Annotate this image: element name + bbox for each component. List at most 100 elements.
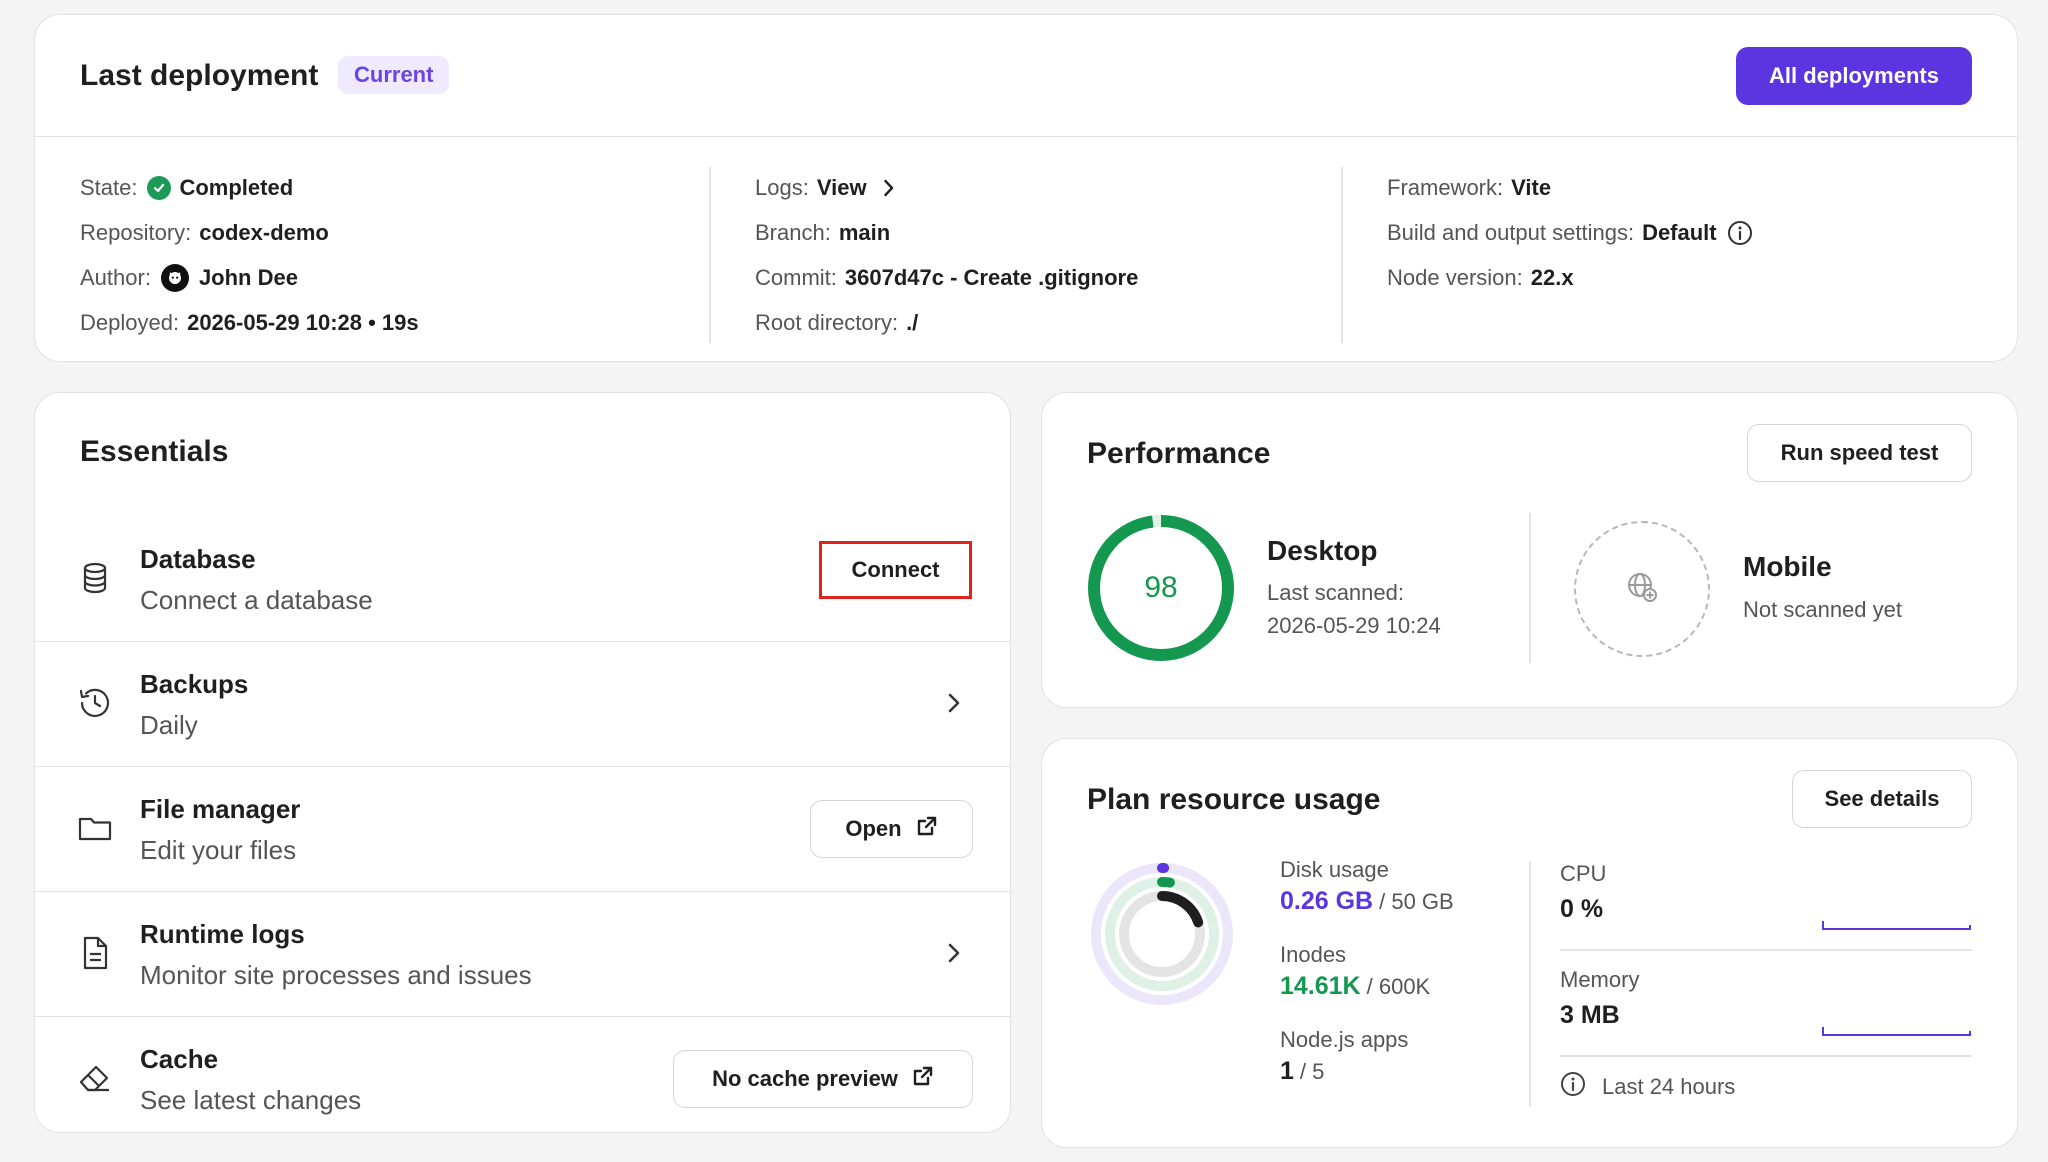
desktop-last-scanned-label: Last scanned: [1267, 580, 1404, 605]
nodejs-apps-label: Node.js apps [1280, 1027, 1409, 1052]
repository-row: Repository: codex-demo [80, 210, 419, 255]
nodejs-apps-total: / 5 [1299, 1059, 1325, 1084]
last-deployment-card: Last deployment Current All deployments … [34, 14, 2018, 362]
essentials-title: Essentials [80, 435, 229, 468]
memory-value: 3 MB [1560, 1001, 1620, 1029]
commit-value[interactable]: 3607d47c - Create .gitignore [845, 265, 1138, 291]
build-settings-label: Build and output settings: [1387, 219, 1635, 245]
state-row: State: Completed [80, 165, 419, 210]
deployed-value: 2026-05-29 10:28 • 19s [187, 309, 419, 335]
commit-row: Commit: 3607d47c - Create .gitignore [755, 255, 1138, 300]
desktop-score-value: 98 [1144, 571, 1178, 604]
author-value: John Dee [198, 264, 298, 290]
disk-usage-value: 0.26 GB / 50 GB [1280, 887, 1454, 916]
runtime-logs-title: Runtime logs [140, 919, 305, 949]
usage-rings [1091, 863, 1233, 1005]
mobile-status: Not scanned yet [1743, 597, 1902, 622]
plan-divider [1529, 861, 1531, 1106]
logs-label: Logs: [755, 174, 809, 200]
database-title: Database [140, 544, 256, 574]
deployment-title: Last deployment [80, 59, 319, 92]
essentials-row-cache: Cache See latest changes No cache previe… [35, 1018, 1010, 1132]
author-row: Author: John Dee [80, 255, 419, 300]
folder-icon [77, 810, 113, 846]
cpu-label: CPU [1560, 861, 1607, 886]
branch-row: Branch: main [755, 210, 1138, 255]
deployment-header: Last deployment Current All deployments [35, 15, 2017, 137]
database-description: Connect a database [140, 585, 373, 615]
essentials-card: Essentials Database Connect a database B… [34, 392, 1011, 1133]
runtime-logs-description: Monitor site processes and issues [140, 960, 532, 990]
inodes-used: 14.61K [1280, 972, 1361, 1000]
node-version-row: Node version: 22.x [1387, 255, 1753, 300]
desktop-label: Desktop [1267, 535, 1378, 566]
disk-usage-label: Disk usage [1280, 857, 1389, 882]
performance-title: Performance [1087, 437, 1271, 470]
nodejs-apps-used: 1 [1280, 1057, 1294, 1085]
mobile-label: Mobile [1743, 551, 1832, 582]
no-cache-preview-label: No cache preview [712, 1066, 898, 1091]
info-icon[interactable] [1727, 220, 1753, 246]
root-directory-row: Root directory: ./ [755, 300, 1138, 345]
time-range-label: Last 24 hours [1602, 1074, 1736, 1099]
chevron-right-icon[interactable] [944, 939, 964, 967]
essentials-row-file-manager: File manager Edit your files Open [35, 768, 1010, 892]
mobile-score-ring [1574, 521, 1710, 657]
github-avatar-icon [160, 263, 189, 292]
essentials-row-backups[interactable]: Backups Daily [35, 643, 1010, 767]
cache-title: Cache [140, 1044, 219, 1074]
memory-sparkline [1822, 1027, 1971, 1036]
all-deployments-button[interactable]: All deployments [1736, 47, 1972, 105]
connect-database-button[interactable]: Connect [819, 541, 972, 599]
metric-divider [1560, 1055, 1972, 1057]
plan-title: Plan resource usage [1087, 783, 1381, 816]
node-version-label: Node version: [1387, 264, 1523, 290]
deployment-column-1: State: Completed Repository: codex-demo … [80, 165, 419, 345]
open-file-manager-button[interactable]: Open [810, 800, 973, 858]
framework-label: Framework: [1387, 174, 1504, 200]
column-divider [709, 167, 711, 343]
open-button-label: Open [845, 816, 902, 841]
logs-view-link[interactable]: View [817, 175, 867, 201]
deployment-column-2: Logs: View Branch: main Commit: 3607d47c… [755, 165, 1138, 345]
performance-card: Performance Run speed test 98 Desktop La… [1041, 392, 2018, 708]
inodes-value: 14.61K / 600K [1280, 972, 1430, 1001]
branch-value: main [838, 219, 891, 245]
time-range-note: Last 24 hours [1560, 1071, 1735, 1103]
inodes-total: / 600K [1366, 974, 1431, 999]
column-divider [1341, 167, 1343, 343]
memory-label: Memory [1560, 967, 1640, 992]
current-badge: Current [338, 56, 450, 94]
branch-label: Branch: [755, 219, 831, 245]
repository-label: Repository: [80, 219, 192, 245]
desktop-last-scanned-value: 2026-05-29 10:24 [1267, 613, 1441, 638]
plan-resource-usage-card: Plan resource usage See details Disk usa… [1041, 738, 2018, 1148]
database-icon [77, 560, 113, 596]
essentials-row-runtime-logs[interactable]: Runtime logs Monitor site processes and … [35, 893, 1010, 1017]
root-directory-value: ./ [906, 309, 919, 335]
run-speed-test-button[interactable]: Run speed test [1747, 424, 1972, 482]
chevron-right-icon[interactable] [944, 689, 964, 717]
check-circle-icon [147, 175, 172, 200]
logs-row[interactable]: Logs: View [755, 165, 1138, 210]
disk-used: 0.26 GB [1280, 887, 1374, 915]
file-manager-description: Edit your files [140, 835, 297, 865]
build-settings-row: Build and output settings: Default [1387, 210, 1753, 255]
root-directory-label: Root directory: [755, 309, 899, 335]
cpu-sparkline [1822, 921, 1971, 930]
cpu-value: 0 % [1560, 895, 1604, 923]
external-link-icon [912, 1065, 934, 1093]
deployment-column-3: Framework: Vite Build and output setting… [1387, 165, 1753, 300]
framework-row: Framework: Vite [1387, 165, 1753, 210]
chevron-right-icon[interactable] [883, 178, 895, 198]
file-manager-title: File manager [140, 794, 301, 824]
repository-value[interactable]: codex-demo [199, 220, 329, 246]
author-label: Author: [80, 264, 151, 290]
no-cache-preview-button[interactable]: No cache preview [673, 1050, 973, 1108]
performance-divider [1529, 513, 1531, 663]
metric-divider [1560, 949, 1972, 951]
inodes-label: Inodes [1280, 942, 1347, 967]
see-details-button[interactable]: See details [1792, 770, 1972, 828]
external-link-icon [916, 815, 938, 843]
disk-total: / 50 GB [1379, 889, 1454, 914]
